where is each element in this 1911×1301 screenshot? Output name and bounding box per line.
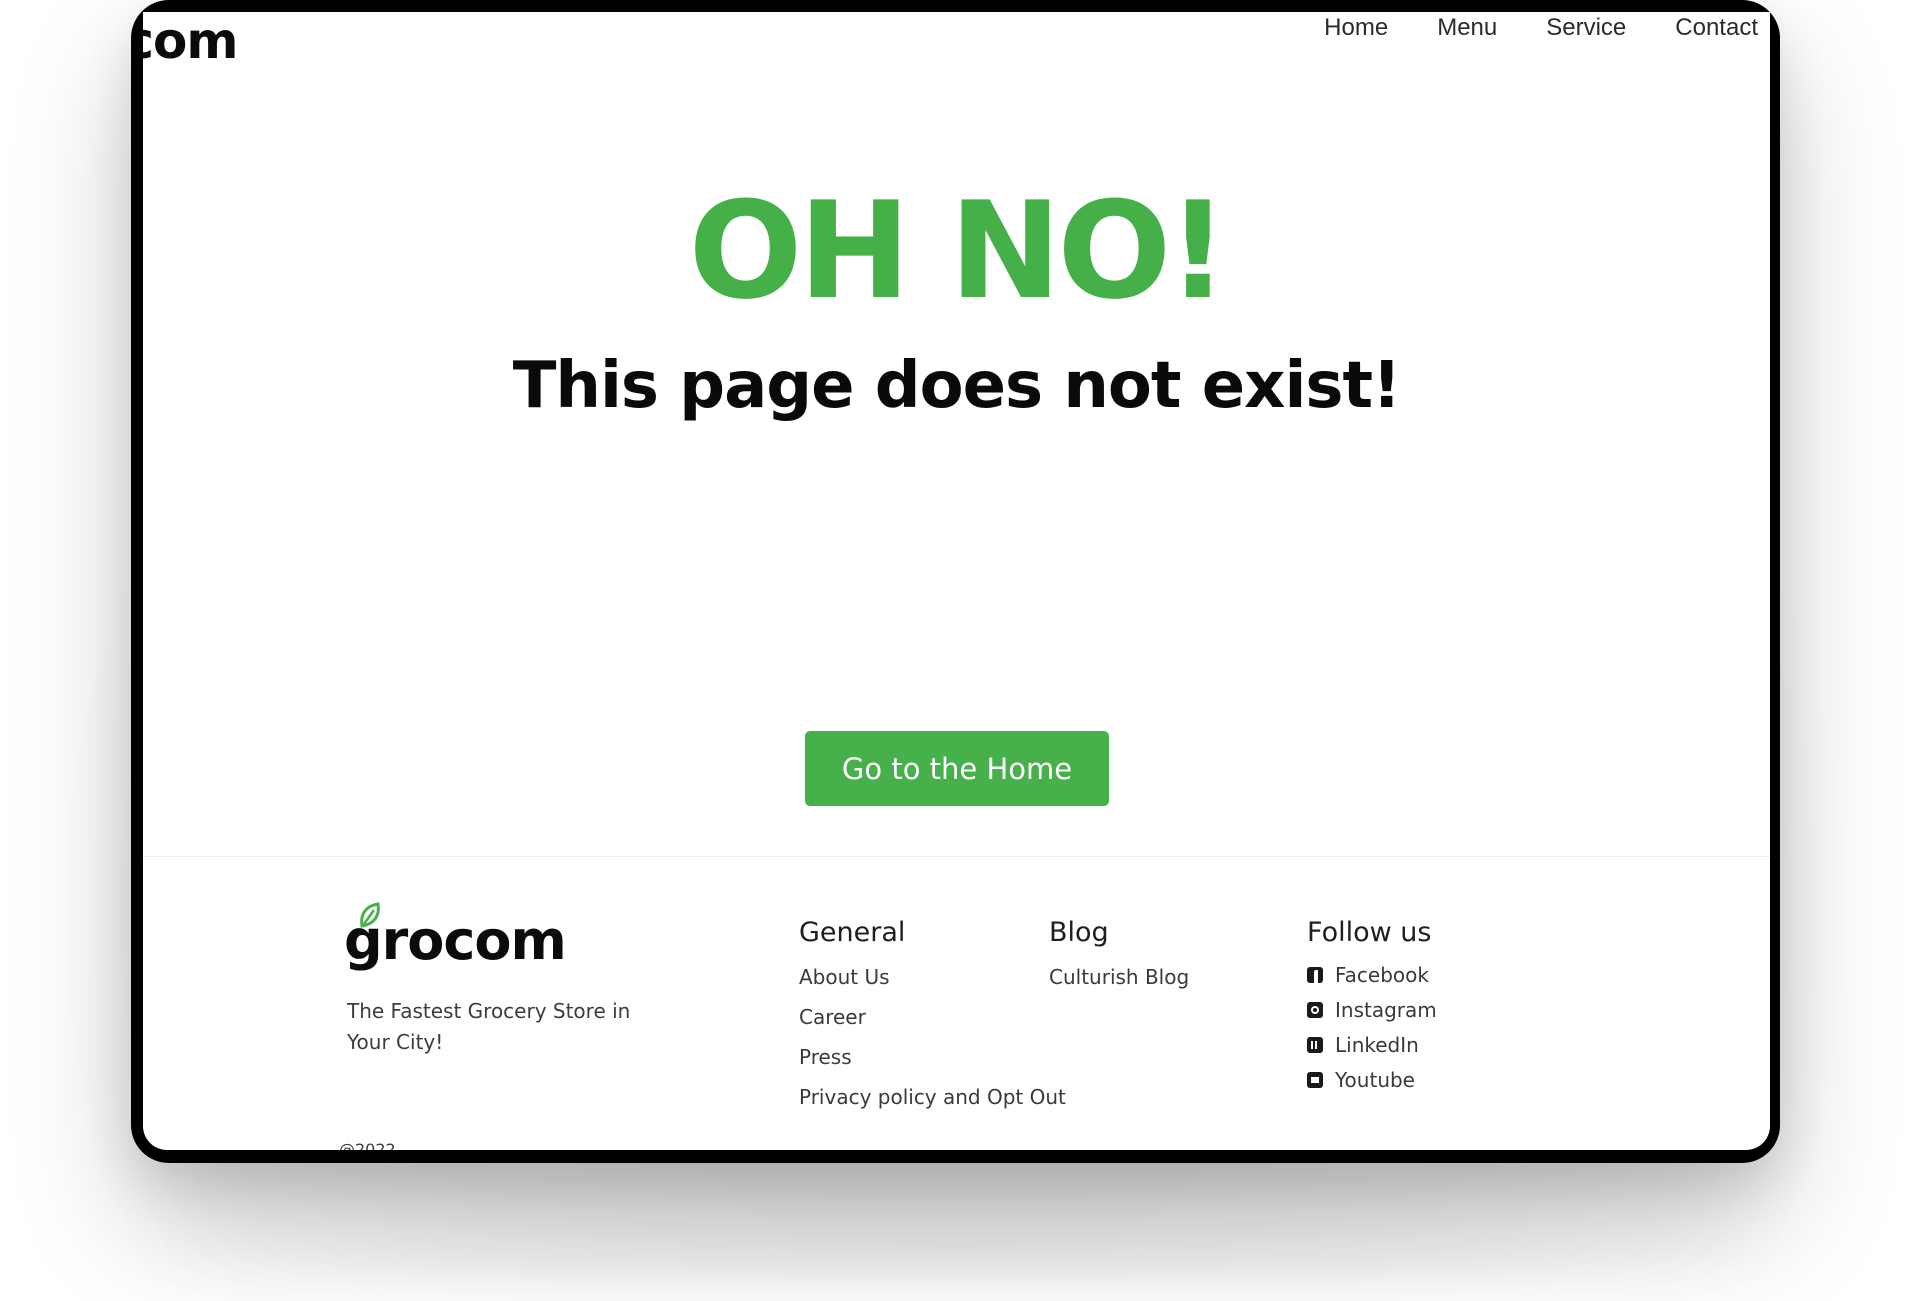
nav-home[interactable]: Home (1324, 14, 1388, 42)
social-link-facebook[interactable]: Facebook (1307, 965, 1429, 985)
footer-link-about[interactable]: About Us (799, 967, 890, 987)
nav-menu[interactable]: Menu (1437, 14, 1497, 42)
browser-screen: ocom Home Menu Service Contact OH NO! Th… (143, 12, 1770, 1150)
header-logo[interactable]: ocom (143, 12, 331, 72)
top-nav: Home Menu Service Contact (1324, 14, 1758, 42)
social-label: Youtube (1335, 1068, 1415, 1092)
nav-contact[interactable]: Contact (1675, 14, 1758, 42)
footer-link-press[interactable]: Press (799, 1047, 852, 1067)
footer-tagline: The Fastest Grocery Store in Your City! (347, 999, 631, 1054)
footer-logo[interactable]: grocom (344, 900, 567, 980)
social-link-youtube[interactable]: Youtube (1307, 1070, 1415, 1090)
footer-link-culturish-blog[interactable]: Culturish Blog (1049, 967, 1189, 987)
linkedin-icon (1307, 1037, 1323, 1053)
social-link-instagram[interactable]: Instagram (1307, 1000, 1437, 1020)
footer-link-privacy[interactable]: Privacy policy and Opt Out (799, 1087, 1066, 1107)
header-logo-text: ocom (143, 12, 238, 70)
social-label: Instagram (1335, 998, 1437, 1022)
footer-general-heading: General (799, 917, 906, 948)
error-title: OH NO! (688, 173, 1229, 329)
footer-follow-heading: Follow us (1307, 917, 1432, 948)
youtube-icon (1307, 1072, 1323, 1088)
social-label: LinkedIn (1335, 1033, 1419, 1057)
social-label: Facebook (1335, 963, 1429, 987)
footer-blog-heading: Blog (1049, 917, 1109, 948)
footer-divider (143, 856, 1770, 857)
instagram-icon (1307, 1002, 1323, 1018)
footer-logo-text: grocom (344, 909, 567, 972)
go-home-button[interactable]: Go to the Home (805, 731, 1109, 806)
nav-service[interactable]: Service (1546, 14, 1626, 42)
social-link-linkedin[interactable]: LinkedIn (1307, 1035, 1419, 1055)
copyright: @2022 (339, 1140, 396, 1151)
footer-link-career[interactable]: Career (799, 1007, 866, 1027)
error-subtitle: This page does not exist! (512, 349, 1402, 423)
facebook-icon (1307, 967, 1323, 983)
